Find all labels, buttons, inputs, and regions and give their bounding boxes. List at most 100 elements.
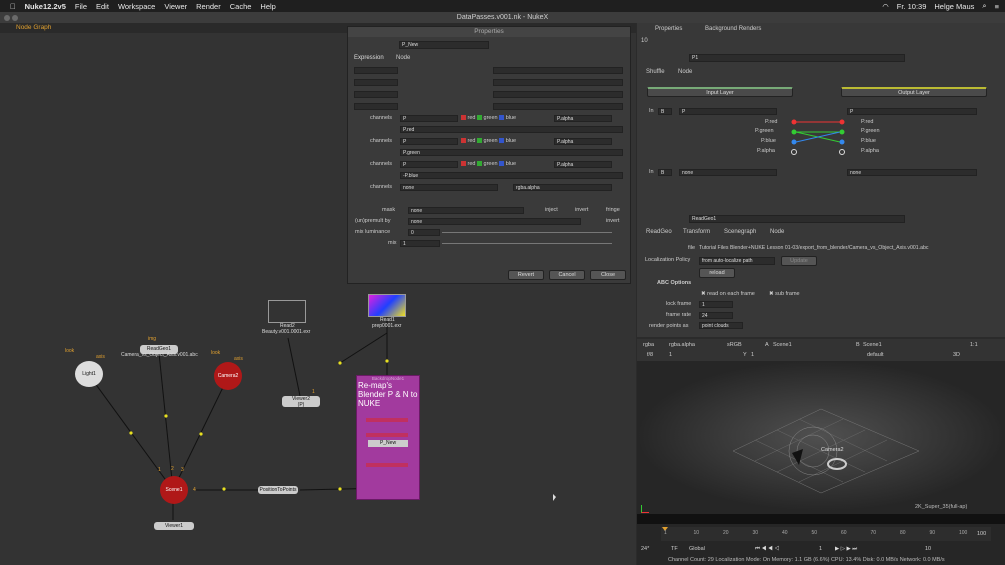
viewer-panel[interactable]: rgba rgba.alpha sRGB A Scene1 B Scene1 1… xyxy=(637,339,1005,565)
apple-icon[interactable]:  xyxy=(10,2,16,11)
temp-expr-1[interactable] xyxy=(493,67,623,74)
user-name[interactable]: Helge Maus xyxy=(934,2,974,11)
scene-node[interactable]: Scene1 xyxy=(160,476,188,504)
camera-node[interactable]: Camera2 xyxy=(214,362,242,390)
play-buttons[interactable]: ▶ ▷ ▶ ⏭ xyxy=(835,546,857,553)
timeline[interactable] xyxy=(661,527,991,541)
tab-properties[interactable]: Properties xyxy=(655,26,682,32)
out-layer-select[interactable]: P xyxy=(847,108,977,115)
channel-toggles-2[interactable]: red green blue xyxy=(461,138,516,144)
tab-node[interactable]: Node xyxy=(396,55,410,61)
tab-shuffle-node[interactable]: Node xyxy=(678,69,692,75)
channels-select-3[interactable]: P xyxy=(400,161,458,168)
viewer2-node[interactable]: Viewer2 (P) xyxy=(282,396,320,408)
menu-viewer[interactable]: Viewer xyxy=(164,2,187,11)
in-layer-select[interactable]: P xyxy=(679,108,777,115)
out2-layer-select[interactable]: none xyxy=(847,169,977,176)
reload-button[interactable]: reload xyxy=(699,268,735,278)
temp-expr-2[interactable] xyxy=(493,79,623,86)
frame-increment[interactable]: 10 xyxy=(925,546,931,552)
channels-select-2[interactable]: P xyxy=(400,138,458,145)
fps-select[interactable]: 24* xyxy=(641,546,649,552)
tab-scenegraph[interactable]: Scenegraph xyxy=(724,229,756,235)
node-name-field[interactable]: P_New xyxy=(399,41,489,49)
gamma-value[interactable]: 1 xyxy=(751,352,754,358)
view-mode-select[interactable]: 3D xyxy=(953,352,960,358)
shuffle-wires[interactable] xyxy=(790,118,860,158)
revert-button[interactable]: Revert xyxy=(508,270,544,280)
file-path-field[interactable]: Tutorial Files Blender+NUKE Lesson 01-03… xyxy=(699,245,981,251)
in2-input-select[interactable]: B xyxy=(658,169,672,176)
app-menu[interactable]: Nuke12.2v5 xyxy=(25,2,66,11)
mix-slider[interactable] xyxy=(442,243,612,244)
temp-name-2[interactable] xyxy=(354,79,398,86)
lock-frame-field[interactable]: 1 xyxy=(699,301,733,308)
alpha-select[interactable]: rgba.alpha xyxy=(669,342,695,348)
expression-field-1[interactable]: P.red xyxy=(400,126,623,133)
lut-select[interactable]: default xyxy=(867,352,884,358)
close-button[interactable]: Close xyxy=(590,270,626,280)
viewer1-node[interactable]: Viewer1 xyxy=(154,522,194,530)
read-each-frame-checkbox[interactable]: ✖ read on each frame xyxy=(701,291,755,297)
mask-select[interactable]: none xyxy=(408,207,524,214)
inject-checkbox[interactable]: inject xyxy=(545,207,558,213)
alpha-select-1[interactable]: P.alpha xyxy=(554,115,612,122)
menu-render[interactable]: Render xyxy=(196,2,221,11)
channel-toggles-3[interactable]: red green blue xyxy=(461,161,516,167)
shuffle-name-field[interactable]: P1 xyxy=(689,54,905,62)
channels-select-1[interactable]: P xyxy=(400,115,458,122)
mix-luminance-slider[interactable] xyxy=(442,232,612,233)
tab-expression[interactable]: Expression xyxy=(354,55,384,61)
expression-field-2[interactable]: P.green xyxy=(400,149,623,156)
temp-name-4[interactable] xyxy=(354,103,398,110)
menu-file[interactable]: File xyxy=(75,2,87,11)
alpha-select-2[interactable]: P.alpha xyxy=(554,138,612,145)
channel-toggles-1[interactable]: red green blue xyxy=(461,115,516,121)
fringe-checkbox[interactable]: fringe xyxy=(606,207,620,213)
properties-panel[interactable]: Properties Background Renders 10 P1 Shuf… xyxy=(637,23,1005,337)
menu-edit[interactable]: Edit xyxy=(96,2,109,11)
in-input-select[interactable]: B xyxy=(658,108,672,115)
current-frame-field[interactable]: 1 xyxy=(819,546,822,552)
menu-cache[interactable]: Cache xyxy=(230,2,252,11)
cancel-button[interactable]: Cancel xyxy=(549,270,585,280)
clock[interactable]: Fr. 10:39 xyxy=(897,2,927,11)
expression-node-1[interactable] xyxy=(366,418,408,422)
localization-select[interactable]: from auto-localize path xyxy=(699,257,775,265)
frame-rate-field[interactable]: 24 xyxy=(699,312,733,319)
zoom-ratio[interactable]: 1:1 xyxy=(970,342,978,348)
colorspace-select[interactable]: sRGB xyxy=(727,342,742,348)
gain-value[interactable]: 1 xyxy=(669,352,672,358)
invert-checkbox[interactable]: invert xyxy=(575,207,588,213)
search-icon[interactable]: ⌕ xyxy=(982,1,986,11)
tab-shuffle[interactable]: Shuffle xyxy=(646,69,665,75)
properties-floating-window[interactable]: Properties P_New Expression Node channel… xyxy=(347,26,631,284)
fstop-value[interactable]: f/8 xyxy=(647,352,653,358)
a-input-select[interactable]: Scene1 xyxy=(773,342,792,348)
alpha-select-3[interactable]: P.alpha xyxy=(554,161,612,168)
tab-background-renders[interactable]: Background Renders xyxy=(705,26,761,32)
menu-help[interactable]: Help xyxy=(260,2,275,11)
tab-transform[interactable]: Transform xyxy=(683,229,710,235)
menu-workspace[interactable]: Workspace xyxy=(118,2,155,11)
update-button[interactable]: Update xyxy=(781,256,817,266)
channel-select[interactable]: rgba xyxy=(643,342,654,348)
transport-buttons[interactable]: ⏮ ◀ ◀ ◁ xyxy=(755,546,779,553)
readgeo-name-field[interactable]: ReadGeo1 xyxy=(689,215,905,223)
temp-name-1[interactable] xyxy=(354,67,398,74)
temp-expr-3[interactable] xyxy=(493,91,623,98)
p-new-node[interactable]: P_New xyxy=(368,440,408,447)
expression-field-3[interactable]: -P.blue xyxy=(400,172,623,179)
tf-select[interactable]: TF xyxy=(671,546,678,552)
tab-readgeo[interactable]: ReadGeo xyxy=(646,229,672,235)
invert-checkbox-2[interactable]: invert xyxy=(606,218,619,224)
end-frame-field[interactable]: 100 xyxy=(977,531,986,537)
mix-field[interactable]: 1 xyxy=(400,240,440,247)
wifi-icon[interactable]: ◠ xyxy=(882,2,889,11)
expression-node-3[interactable] xyxy=(366,463,408,467)
light-node[interactable]: Light1 xyxy=(75,361,103,387)
expression-node-2[interactable] xyxy=(366,433,408,437)
mix-luminance-field[interactable]: 0 xyxy=(408,229,440,236)
temp-expr-4[interactable] xyxy=(493,103,623,110)
temp-name-3[interactable] xyxy=(354,91,398,98)
